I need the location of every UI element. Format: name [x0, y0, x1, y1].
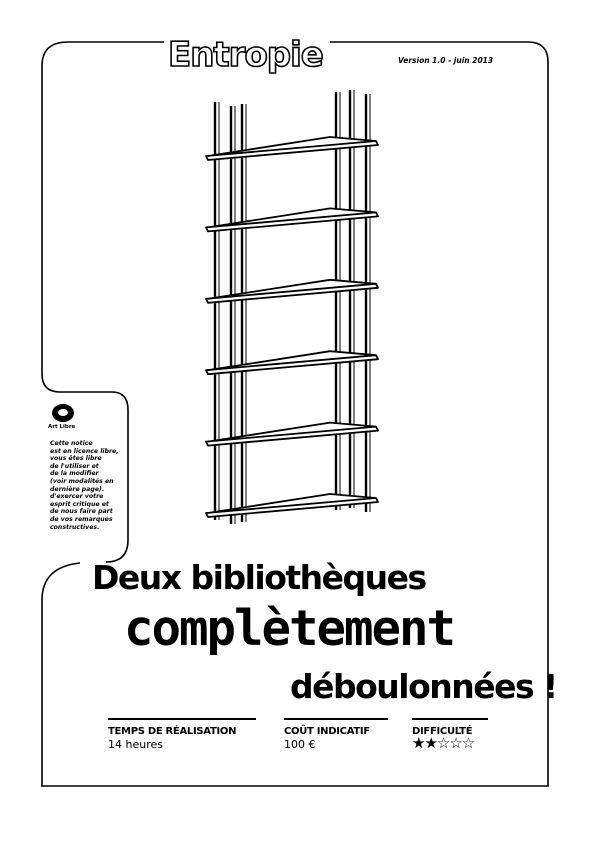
bookshelf-drawing: [205, 90, 379, 524]
notice-line: constructives.: [50, 523, 100, 531]
cost-rule: [284, 718, 388, 720]
time-value: 14 heures: [108, 738, 163, 751]
notice-line: vous êtes libre: [50, 455, 102, 463]
cost-value: 100 €: [284, 738, 316, 751]
notice-line: Cette notice: [50, 440, 93, 447]
notice-line: de l'utiliser et: [50, 462, 99, 470]
difficulty-block: DIFFICULTÉ ★★☆☆☆: [412, 718, 488, 751]
time-block: TEMPS DE RÉALISATION 14 heures: [108, 718, 256, 751]
notice-line: de nous faire part: [50, 508, 113, 516]
time-rule: [108, 718, 256, 720]
difficulty-stars-icon: ★★☆☆☆: [412, 734, 475, 752]
notice-line: d'exercer votre: [50, 493, 104, 501]
notice-line: (voir modalités en: [50, 477, 114, 485]
art-libre-icon: [52, 404, 74, 422]
license-notice: Cette notice est en licence libre, vous êt…: [50, 440, 122, 531]
cost-label: COÛT INDICATIF: [284, 726, 370, 737]
title-line-2: complètement: [124, 600, 456, 657]
version-text: Version 1.0 - juin 2013: [398, 56, 494, 65]
notice-line: de la modifier: [50, 470, 99, 478]
entropie-logo: Entropie: [167, 35, 324, 75]
title-line-3: déboulonnées !: [290, 667, 558, 706]
difficulty-rule: [412, 718, 488, 720]
cost-block: COÛT INDICATIF 100 €: [284, 718, 388, 751]
time-label: TEMPS DE RÉALISATION: [108, 726, 237, 737]
title-line-1: Deux bibliothèques: [92, 558, 427, 597]
art-libre-label: Art Libre: [48, 424, 76, 430]
notice-line: de vos remarques: [50, 515, 113, 523]
